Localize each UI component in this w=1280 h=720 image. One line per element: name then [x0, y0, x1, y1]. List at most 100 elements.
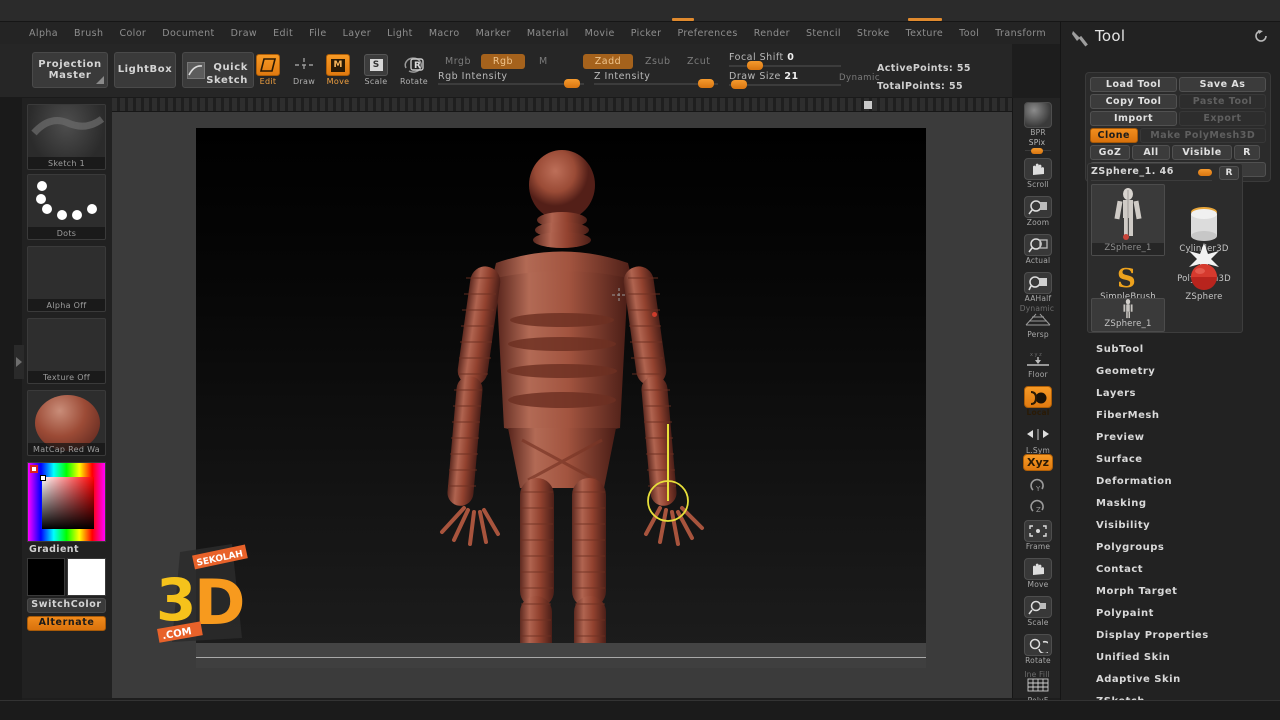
- menu-item-macro[interactable]: Macro: [422, 24, 467, 43]
- brush-swatch[interactable]: Sketch 1: [27, 104, 106, 170]
- rotate-nav-button[interactable]: Rotate: [1023, 634, 1053, 665]
- rotate-y-button[interactable]: Y: [1023, 475, 1053, 497]
- menu-item-file[interactable]: File: [302, 24, 334, 43]
- rotate-z-button[interactable]: Z: [1023, 496, 1053, 518]
- subpalette-display-properties[interactable]: Display Properties: [1096, 624, 1246, 646]
- load-tool-button[interactable]: Load Tool: [1090, 77, 1177, 92]
- rotate-mode-button[interactable]: R Rotate: [400, 54, 428, 86]
- lightbox-button[interactable]: LightBox: [114, 52, 176, 88]
- projection-master-button[interactable]: Projection Master: [32, 52, 108, 88]
- scroll-button[interactable]: Scroll: [1023, 158, 1053, 189]
- zoom-button[interactable]: Zoom: [1023, 196, 1053, 227]
- shelf-marker[interactable]: [864, 101, 872, 109]
- sv-square[interactable]: [40, 475, 94, 529]
- alternate-button[interactable]: Alternate: [27, 616, 106, 631]
- quick-pick-shelf[interactable]: [112, 98, 1012, 112]
- export-button[interactable]: Export: [1179, 111, 1266, 126]
- menu-item-layer[interactable]: Layer: [336, 24, 379, 43]
- menu-item-stroke[interactable]: Stroke: [850, 24, 897, 43]
- material-swatch[interactable]: MatCap Red Wa: [27, 390, 106, 456]
- subpalette-morph-target[interactable]: Morph Target: [1096, 580, 1246, 602]
- rgb-intensity-slider[interactable]: Rgb Intensity: [438, 71, 584, 88]
- subpalette-geometry[interactable]: Geometry: [1096, 360, 1246, 382]
- tool-selector-knob[interactable]: [1198, 169, 1212, 176]
- zadd-toggle[interactable]: Zadd: [583, 54, 633, 69]
- subpalette-polygroups[interactable]: Polygroups: [1096, 536, 1246, 558]
- tool-cell-zsphere1[interactable]: ZSphere_1: [1091, 184, 1165, 256]
- zsub-toggle[interactable]: Zsub: [638, 54, 678, 69]
- frame-button[interactable]: Frame: [1023, 520, 1053, 551]
- edit-mode-button[interactable]: Edit: [256, 54, 280, 86]
- reload-icon[interactable]: [1254, 29, 1269, 48]
- draw-mode-button[interactable]: Draw: [292, 54, 316, 86]
- document-viewport[interactable]: [196, 128, 926, 668]
- menu-item-texture[interactable]: Texture: [899, 24, 951, 43]
- subpalette-polypaint[interactable]: Polypaint: [1096, 602, 1246, 624]
- xyz-button[interactable]: Xyz: [1023, 454, 1053, 471]
- all-button[interactable]: All: [1132, 145, 1170, 160]
- subpalette-contact[interactable]: Contact: [1096, 558, 1246, 580]
- stroke-swatch[interactable]: Dots: [27, 174, 106, 240]
- z-intensity-knob[interactable]: [698, 79, 714, 88]
- tool-selector-r-button[interactable]: R: [1219, 166, 1239, 180]
- menu-item-picker[interactable]: Picker: [624, 24, 669, 43]
- actual-button[interactable]: Actual: [1023, 234, 1053, 265]
- menu-item-document[interactable]: Document: [155, 24, 221, 43]
- quick-sketch-button[interactable]: Quick Sketch: [182, 52, 254, 88]
- r-button[interactable]: R: [1234, 145, 1260, 160]
- draw-size-slider[interactable]: Draw Size 21: [729, 71, 841, 89]
- subpalette-layers[interactable]: Layers: [1096, 382, 1246, 404]
- move-mode-button[interactable]: M Move: [326, 54, 350, 86]
- subpalette-adaptive-skin[interactable]: Adaptive Skin: [1096, 668, 1246, 690]
- bpr-button[interactable]: BPR: [1023, 102, 1053, 137]
- goz-button[interactable]: GoZ: [1090, 145, 1130, 160]
- rgb-intensity-knob[interactable]: [564, 79, 580, 88]
- tool-cell-zsphere1-alt[interactable]: ZSphere_1: [1091, 298, 1165, 332]
- m-toggle[interactable]: M: [532, 54, 555, 69]
- menu-item-light[interactable]: Light: [380, 24, 420, 43]
- subpalette-unified-skin[interactable]: Unified Skin: [1096, 646, 1246, 668]
- subpalette-preview[interactable]: Preview: [1096, 426, 1246, 448]
- switch-color-button[interactable]: SwitchColor: [27, 598, 106, 613]
- secondary-color-swatch[interactable]: [67, 558, 106, 596]
- menu-item-alpha[interactable]: Alpha: [22, 24, 65, 43]
- menu-item-stencil[interactable]: Stencil: [799, 24, 848, 43]
- mrgb-toggle[interactable]: Mrgb: [438, 54, 478, 69]
- menu-item-material[interactable]: Material: [520, 24, 576, 43]
- focal-shift-knob[interactable]: [747, 61, 763, 70]
- subpalette-visibility[interactable]: Visibility: [1096, 514, 1246, 536]
- top-tab-marker-2[interactable]: [908, 18, 942, 21]
- top-tab-marker-1[interactable]: [672, 18, 694, 21]
- menu-item-render[interactable]: Render: [747, 24, 797, 43]
- local-button[interactable]: Local: [1023, 386, 1053, 417]
- texture-swatch[interactable]: Texture Off: [27, 318, 106, 384]
- subpalette-fibermesh[interactable]: FiberMesh: [1096, 404, 1246, 426]
- copy-tool-button[interactable]: Copy Tool: [1090, 94, 1177, 109]
- menu-item-draw[interactable]: Draw: [224, 24, 264, 43]
- draw-size-knob[interactable]: [731, 80, 747, 89]
- tool-cell-simplebrush[interactable]: S SimpleBrush: [1091, 256, 1165, 304]
- clone-button[interactable]: Clone: [1090, 128, 1138, 143]
- menu-item-marker[interactable]: Marker: [469, 24, 518, 43]
- make-polymesh3d-button[interactable]: Make PolyMesh3D: [1139, 128, 1266, 143]
- left-panel-collapse-handle[interactable]: [14, 345, 24, 379]
- subpalette-masking[interactable]: Masking: [1096, 492, 1246, 514]
- focal-shift-slider[interactable]: Focal Shift 0: [729, 52, 841, 70]
- z-intensity-slider[interactable]: Z Intensity: [594, 71, 718, 88]
- persp-button[interactable]: Persp: [1023, 308, 1053, 339]
- import-button[interactable]: Import: [1090, 111, 1177, 126]
- spix-slider[interactable]: [1025, 148, 1051, 154]
- alpha-swatch[interactable]: Alpha Off: [27, 246, 106, 312]
- zcut-toggle[interactable]: Zcut: [680, 54, 717, 69]
- tool-cell-zsphere[interactable]: ZSphere: [1167, 256, 1241, 304]
- paste-tool-button[interactable]: Paste Tool: [1179, 94, 1266, 109]
- menu-item-edit[interactable]: Edit: [266, 24, 300, 43]
- floor-button[interactable]: x y z Floor: [1023, 348, 1053, 379]
- save-as-button[interactable]: Save As: [1179, 77, 1266, 92]
- rgb-toggle[interactable]: Rgb: [481, 54, 525, 69]
- scale-mode-button[interactable]: S Scale: [364, 54, 388, 86]
- visible-button[interactable]: Visible: [1172, 145, 1232, 160]
- menu-item-transform[interactable]: Transform: [988, 24, 1053, 43]
- menu-item-movie[interactable]: Movie: [578, 24, 622, 43]
- move-nav-button[interactable]: Move: [1023, 558, 1053, 589]
